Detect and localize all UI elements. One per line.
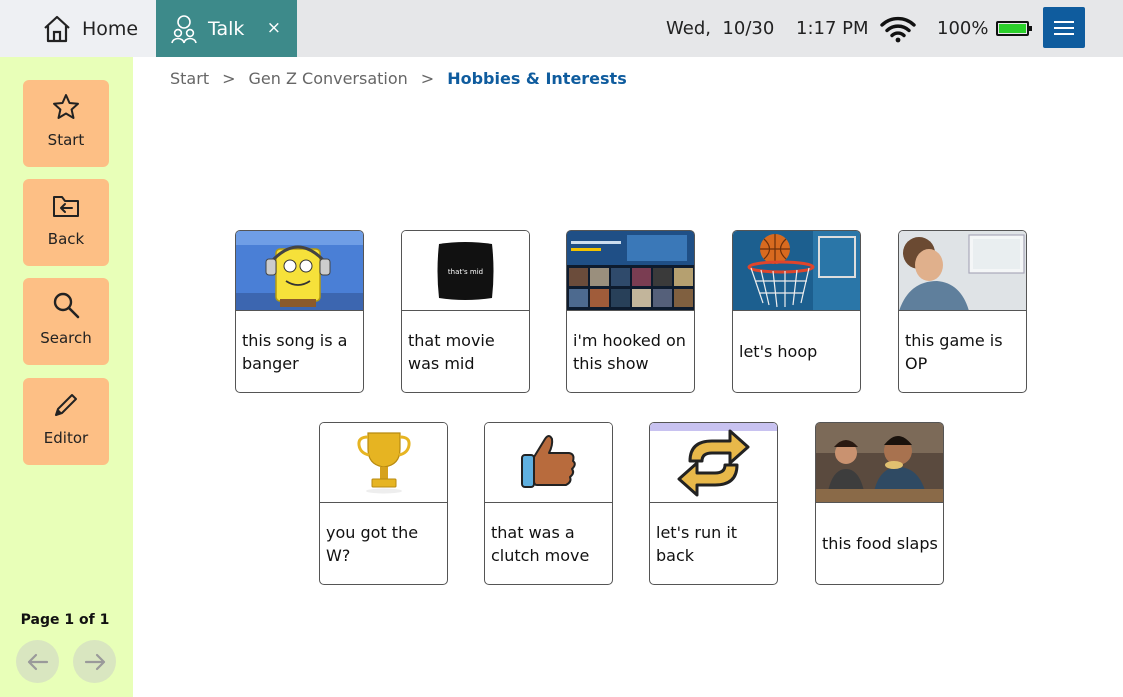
battery-percent: 100%	[937, 18, 989, 39]
start-button-label: Start	[47, 131, 85, 149]
status-time: 1:17 PM	[796, 18, 869, 39]
tile-that-was-a-clutch-move[interactable]: that was a clutch move	[484, 422, 613, 585]
arrow-left-icon	[27, 653, 48, 670]
tile-lets-run-it-back[interactable]: let's run it back	[649, 422, 778, 585]
breadcrumb-separator: >	[420, 69, 435, 88]
thumbs-up-icon	[485, 423, 612, 503]
tab-talk-label: Talk	[208, 17, 245, 40]
tile-caption: this food slaps	[822, 534, 938, 553]
next-page-button[interactable]	[73, 640, 116, 683]
tile-caption: this game is OP	[905, 330, 1003, 373]
search-button[interactable]: Search	[23, 278, 109, 365]
status-date: Wed, 10/30	[666, 18, 775, 39]
tile-this-game-is-op[interactable]: this game is OP	[898, 230, 1027, 393]
start-button[interactable]: Start	[23, 80, 109, 167]
pillow-text: that's mid	[448, 268, 483, 276]
person-watching-screen-image	[899, 231, 1026, 311]
search-icon	[53, 292, 80, 319]
tile-im-hooked-on-this-show[interactable]: i'm hooked on this show	[566, 230, 695, 393]
editor-button[interactable]: Editor	[23, 378, 109, 465]
tile-this-food-slaps[interactable]: this food slaps	[815, 422, 944, 585]
tab-home[interactable]: Home	[0, 0, 156, 57]
search-button-label: Search	[40, 329, 92, 347]
breadcrumb-separator: >	[222, 69, 236, 88]
battery-status: 100%	[937, 0, 1033, 57]
arrow-right-icon	[84, 653, 105, 670]
repeat-arrows-icon	[650, 423, 777, 503]
close-icon[interactable]: ×	[267, 18, 281, 38]
spongebob-headphones-image	[236, 231, 363, 311]
hamburger-icon-line	[1054, 26, 1074, 29]
breadcrumb: Start > Gen Z Conversation > Hobbies & I…	[170, 69, 627, 88]
battery-icon	[996, 21, 1033, 36]
breadcrumb-item-current: Hobbies & Interests	[447, 69, 627, 88]
tile-lets-hoop[interactable]: let's hoop	[732, 230, 861, 393]
sidebar: Start Back Search Editor Page 1 of 1	[0, 57, 133, 697]
tile-caption: let's hoop	[739, 342, 818, 361]
tile-caption: let's run it back	[656, 522, 738, 565]
tile-caption: that was a clutch move	[491, 522, 590, 565]
menu-button[interactable]	[1043, 7, 1085, 48]
top-bar: Home Talk × Wed, 10/30 1:17 PM 100%	[0, 0, 1123, 57]
tile-you-got-the-w[interactable]: you got the W?	[319, 422, 448, 585]
pencil-icon	[55, 394, 77, 416]
people-eating-image	[816, 423, 943, 503]
thats-mid-pillow-image: that's mid	[402, 231, 529, 311]
folder-back-icon	[53, 196, 79, 217]
hamburger-icon-line	[1054, 32, 1074, 35]
tile-caption: this song is a banger	[242, 330, 348, 373]
people-talk-icon	[171, 14, 197, 43]
previous-page-button[interactable]	[16, 640, 59, 683]
page-indicator: Page 1 of 1	[20, 612, 110, 628]
tab-talk[interactable]: Talk ×	[156, 0, 297, 57]
hamburger-icon	[1054, 20, 1074, 23]
trophy-icon	[320, 423, 447, 503]
tile-this-song-is-a-banger[interactable]: this song is a banger	[235, 230, 364, 393]
battery-fill	[999, 24, 1027, 33]
editor-button-label: Editor	[43, 429, 89, 447]
wifi-icon	[880, 0, 916, 57]
streaming-shows-grid-image	[567, 231, 694, 311]
tile-caption: i'm hooked on this show	[573, 330, 686, 373]
back-button[interactable]: Back	[23, 179, 109, 266]
breadcrumb-item-start[interactable]: Start	[170, 69, 209, 88]
tile-caption: you got the W?	[326, 522, 419, 565]
tile-caption: that movie was mid	[408, 330, 495, 373]
star-icon	[53, 94, 79, 119]
basketball-hoop-image	[733, 231, 860, 311]
tab-home-label: Home	[82, 17, 139, 40]
breadcrumb-item-gen-z-conversation[interactable]: Gen Z Conversation	[249, 69, 408, 88]
tile-that-movie-was-mid[interactable]: that's mid that movie was mid	[401, 230, 530, 393]
home-icon	[44, 15, 70, 42]
back-button-label: Back	[47, 230, 85, 248]
